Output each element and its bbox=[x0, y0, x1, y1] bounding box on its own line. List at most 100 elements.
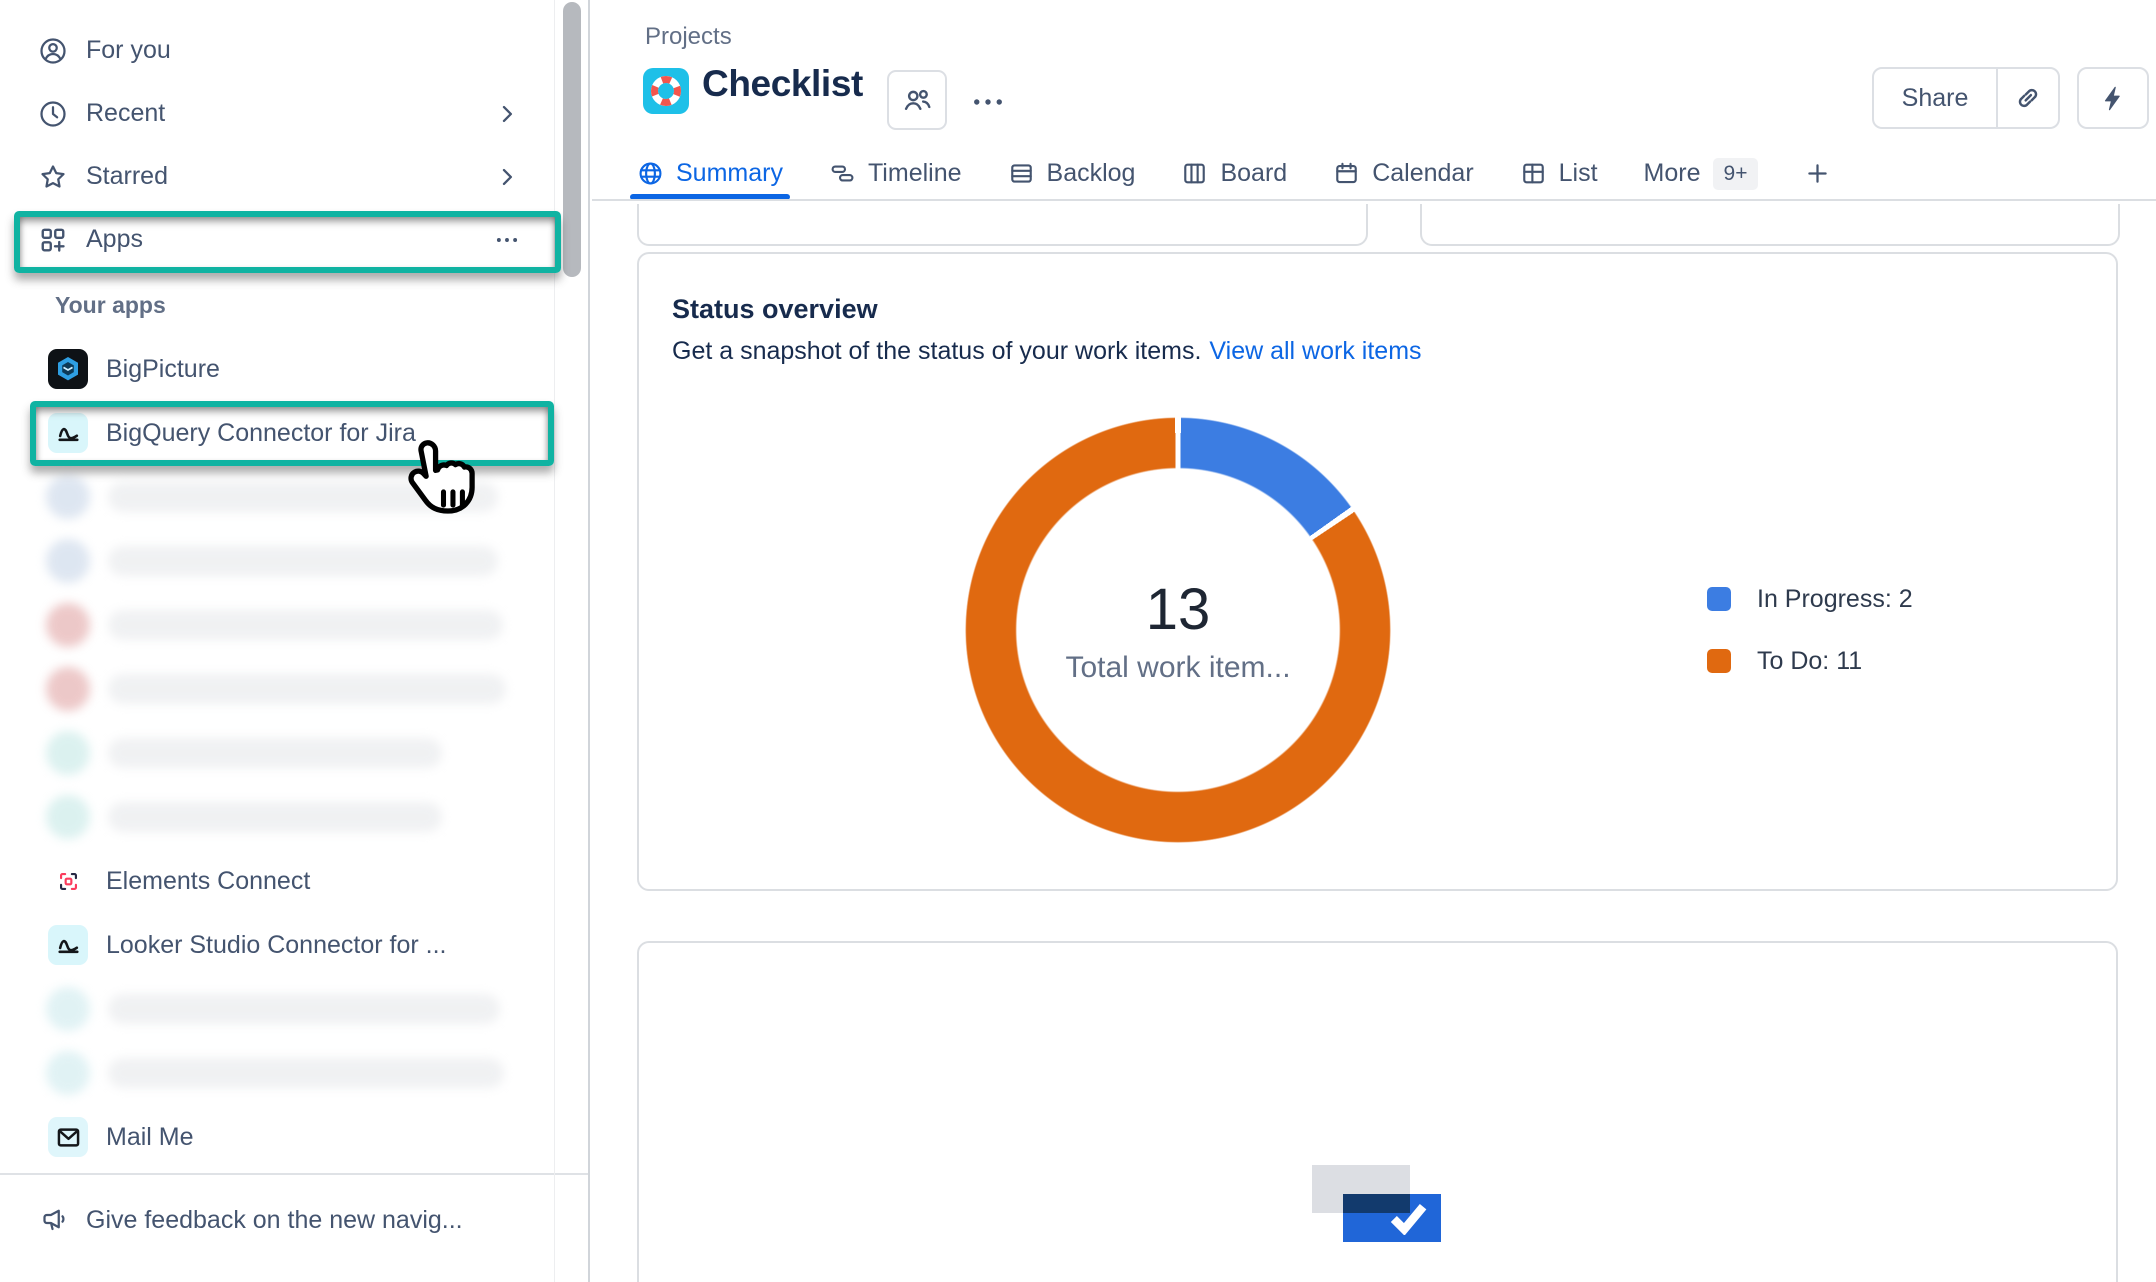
app-icon-blurred bbox=[46, 987, 90, 1031]
tab-label: Board bbox=[1220, 159, 1287, 188]
app-icon-blurred bbox=[46, 795, 90, 839]
sidebar-item-apps[interactable]: Apps bbox=[0, 208, 554, 271]
app-icon-blurred bbox=[46, 731, 90, 775]
project-more-actions-icon[interactable] bbox=[970, 84, 1006, 120]
tab-label: Backlog bbox=[1047, 159, 1136, 188]
megaphone-icon bbox=[40, 1205, 70, 1235]
elements-icon bbox=[48, 861, 88, 901]
app-label: Elements Connect bbox=[106, 867, 310, 896]
listgrid-icon bbox=[1520, 160, 1547, 187]
app-row-hidden[interactable] bbox=[0, 977, 554, 1041]
add-view-button[interactable] bbox=[1804, 148, 1831, 199]
sidebar-item-elements-connect[interactable]: Elements Connect bbox=[0, 849, 554, 913]
legend-item-in-progress[interactable]: In Progress: 2 bbox=[1707, 583, 1913, 615]
copy-link-button[interactable] bbox=[1998, 69, 2058, 127]
app-icon-blurred bbox=[46, 475, 90, 519]
sidebar-item-label: For you bbox=[86, 36, 520, 65]
app-label-blurred bbox=[108, 546, 498, 576]
app-label-blurred bbox=[108, 1058, 504, 1088]
timeline-icon bbox=[829, 160, 856, 187]
chart-legend: In Progress: 2 To Do: 11 bbox=[1707, 583, 1913, 677]
partial-card bbox=[637, 204, 1368, 246]
app-row-hidden[interactable] bbox=[0, 529, 554, 593]
sidebar-item-looker-studio-connector-for[interactable]: Looker Studio Connector for ... bbox=[0, 913, 554, 977]
sidebar-scrollbar[interactable] bbox=[563, 2, 581, 277]
tab-backlog[interactable]: Backlog bbox=[1008, 148, 1136, 199]
lifebuoy-project-avatar-icon bbox=[643, 68, 689, 114]
app-row-hidden[interactable] bbox=[0, 593, 554, 657]
app-label: BigQuery Connector for Jira bbox=[106, 419, 416, 448]
sidebar-item-label: Apps bbox=[86, 225, 476, 254]
status-overview-card: Status overview Get a snapshot of the st… bbox=[637, 252, 2118, 891]
project-members-button[interactable] bbox=[887, 70, 947, 130]
chevron-right-icon bbox=[494, 164, 520, 190]
tab-board[interactable]: Board bbox=[1181, 148, 1287, 199]
view-all-work-items-link[interactable]: View all work items bbox=[1209, 337, 1421, 365]
wave-icon bbox=[48, 413, 88, 453]
app-label: Mail Me bbox=[106, 1123, 194, 1152]
apps-more-icon[interactable] bbox=[494, 227, 520, 253]
legend-swatch bbox=[1707, 587, 1731, 611]
check-icon bbox=[1387, 1201, 1429, 1235]
share-button[interactable]: Share bbox=[1874, 69, 1996, 127]
tab-list[interactable]: List bbox=[1520, 148, 1598, 199]
sidebar-item-label: Starred bbox=[86, 162, 476, 191]
breadcrumb[interactable]: Projects bbox=[645, 23, 732, 51]
tab-timeline[interactable]: Timeline bbox=[829, 148, 962, 199]
main-content: Projects Checklist Share SummaryTimeline… bbox=[592, 0, 2156, 1282]
automation-button[interactable] bbox=[2077, 67, 2149, 129]
link-icon bbox=[2014, 84, 2042, 112]
tab-summary[interactable]: Summary bbox=[637, 148, 783, 199]
sidebar-item-mail-me[interactable]: Mail Me bbox=[0, 1105, 554, 1169]
sidebar-item-for-you[interactable]: For you bbox=[0, 19, 554, 82]
tab-more[interactable]: More 9+ bbox=[1644, 148, 1759, 199]
chevron-right-icon bbox=[494, 101, 520, 127]
bigpicture-icon bbox=[48, 349, 88, 389]
backlog-icon bbox=[1008, 160, 1035, 187]
app-row-hidden[interactable] bbox=[0, 721, 554, 785]
legend-item-to-do[interactable]: To Do: 11 bbox=[1707, 645, 1913, 677]
tab-label: Calendar bbox=[1372, 159, 1473, 188]
app-label-blurred bbox=[108, 802, 442, 832]
plus-icon bbox=[1804, 160, 1831, 187]
app-icon-blurred bbox=[46, 1051, 90, 1095]
status-donut-chart[interactable] bbox=[965, 417, 1391, 843]
calendar-icon bbox=[1333, 160, 1360, 187]
tab-label: More bbox=[1644, 159, 1701, 188]
partial-card bbox=[1420, 204, 2120, 246]
app-icon-blurred bbox=[46, 539, 90, 583]
legend-label: In Progress: 2 bbox=[1757, 585, 1913, 614]
board-icon bbox=[1181, 160, 1208, 187]
sidebar-gutter-divider bbox=[554, 0, 555, 1282]
app-icon-blurred bbox=[46, 603, 90, 647]
sidebar: For youRecentStarredApps Your apps BigPi… bbox=[0, 0, 590, 1282]
feedback-label: Give feedback on the new navig... bbox=[86, 1206, 463, 1235]
view-tabs: Summary Timeline Backlog Board Calendar List M… bbox=[637, 148, 1831, 199]
sidebar-item-starred[interactable]: Starred bbox=[0, 145, 554, 208]
app-label-blurred bbox=[108, 994, 500, 1024]
card-title: Status overview bbox=[672, 294, 878, 325]
app-row-hidden[interactable] bbox=[0, 785, 554, 849]
app-row-hidden[interactable] bbox=[0, 657, 554, 721]
person-circle-icon bbox=[38, 36, 68, 66]
sidebar-nav: For you Recent Starred Apps bbox=[0, 19, 554, 271]
card-subtitle-text: Get a snapshot of the status of your wor… bbox=[672, 337, 1201, 365]
clock-icon bbox=[38, 99, 68, 129]
people-icon bbox=[901, 84, 933, 116]
app-row-hidden[interactable] bbox=[0, 1041, 554, 1105]
legend-swatch bbox=[1707, 649, 1731, 673]
tab-calendar[interactable]: Calendar bbox=[1333, 148, 1473, 199]
app-label-blurred bbox=[108, 674, 506, 704]
sidebar-item-recent[interactable]: Recent bbox=[0, 82, 554, 145]
bolt-icon bbox=[2099, 84, 2128, 113]
feedback-link[interactable]: Give feedback on the new navig... bbox=[40, 1205, 463, 1235]
sidebar-divider bbox=[0, 1173, 588, 1175]
share-button-group: Share bbox=[1872, 67, 2060, 129]
apps-icon bbox=[38, 225, 68, 255]
app-icon-blurred bbox=[46, 667, 90, 711]
app-label-blurred bbox=[108, 610, 503, 640]
tab-label: Timeline bbox=[868, 159, 962, 188]
sidebar-item-bigpicture[interactable]: BigPicture bbox=[0, 337, 554, 401]
tab-label: List bbox=[1559, 159, 1598, 188]
more-count-badge: 9+ bbox=[1713, 158, 1759, 190]
